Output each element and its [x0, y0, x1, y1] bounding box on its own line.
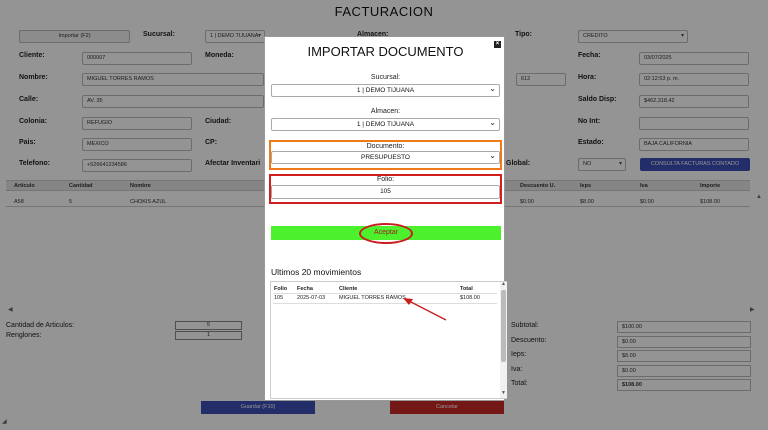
annotation-arrow-icon [403, 298, 447, 321]
